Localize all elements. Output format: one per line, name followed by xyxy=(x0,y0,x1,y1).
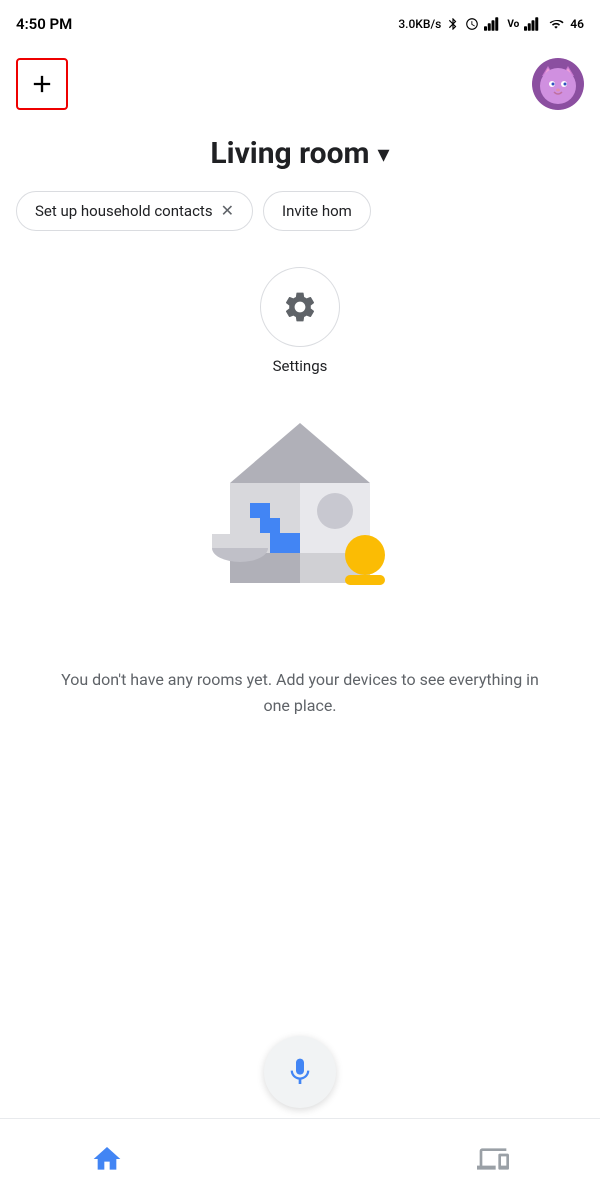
home-icon xyxy=(91,1143,123,1175)
illustration-area xyxy=(0,383,600,643)
add-button[interactable] xyxy=(16,58,68,110)
wifi-icon xyxy=(547,17,565,31)
gear-icon xyxy=(282,289,318,325)
household-chip-label: Set up household contacts xyxy=(35,202,213,220)
status-time: 4:50 PM xyxy=(16,15,72,33)
nav-home[interactable] xyxy=(51,1135,163,1183)
nav-devices[interactable] xyxy=(437,1135,549,1183)
household-chip[interactable]: Set up household contacts ✕ xyxy=(16,191,253,231)
settings-button[interactable] xyxy=(260,267,340,347)
network-speed: 3.0KB/s xyxy=(398,17,441,31)
devices-icon xyxy=(477,1143,509,1175)
plus-icon xyxy=(28,70,56,98)
household-chip-close[interactable]: ✕ xyxy=(221,203,234,219)
empty-state-message: You don't have any rooms yet. Add your d… xyxy=(61,670,539,715)
settings-label: Settings xyxy=(273,357,328,375)
bottom-nav xyxy=(0,1118,600,1198)
empty-state-text: You don't have any rooms yet. Add your d… xyxy=(0,643,600,742)
invite-chip[interactable]: Invite hom xyxy=(263,191,371,231)
bluetooth-icon xyxy=(446,17,460,31)
status-icons: 3.0KB/s Vo 46 xyxy=(398,17,584,31)
chips-row: Set up household contacts ✕ Invite hom xyxy=(0,179,600,243)
signal-icon-1 xyxy=(484,17,502,31)
location-name: Living room xyxy=(210,136,369,171)
mic-button[interactable] xyxy=(264,1036,336,1108)
battery-icon: 46 xyxy=(570,17,584,31)
chevron-down-icon: ▾ xyxy=(378,140,390,168)
avatar[interactable] xyxy=(532,58,584,110)
settings-area: Settings xyxy=(0,243,600,383)
app-bar xyxy=(0,48,600,120)
signal-icon-2 xyxy=(524,17,542,31)
status-bar: 4:50 PM 3.0KB/s Vo 46 xyxy=(0,0,600,48)
bottom-area xyxy=(0,1020,600,1200)
invite-chip-label: Invite hom xyxy=(282,202,352,220)
house-illustration xyxy=(140,403,460,643)
location-title[interactable]: Living room ▾ xyxy=(210,136,389,171)
vo-lte: Vo xyxy=(507,19,519,30)
mic-icon xyxy=(284,1056,316,1088)
title-area: Living room ▾ xyxy=(0,120,600,179)
clock-icon xyxy=(465,17,479,31)
avatar-image xyxy=(532,58,584,110)
